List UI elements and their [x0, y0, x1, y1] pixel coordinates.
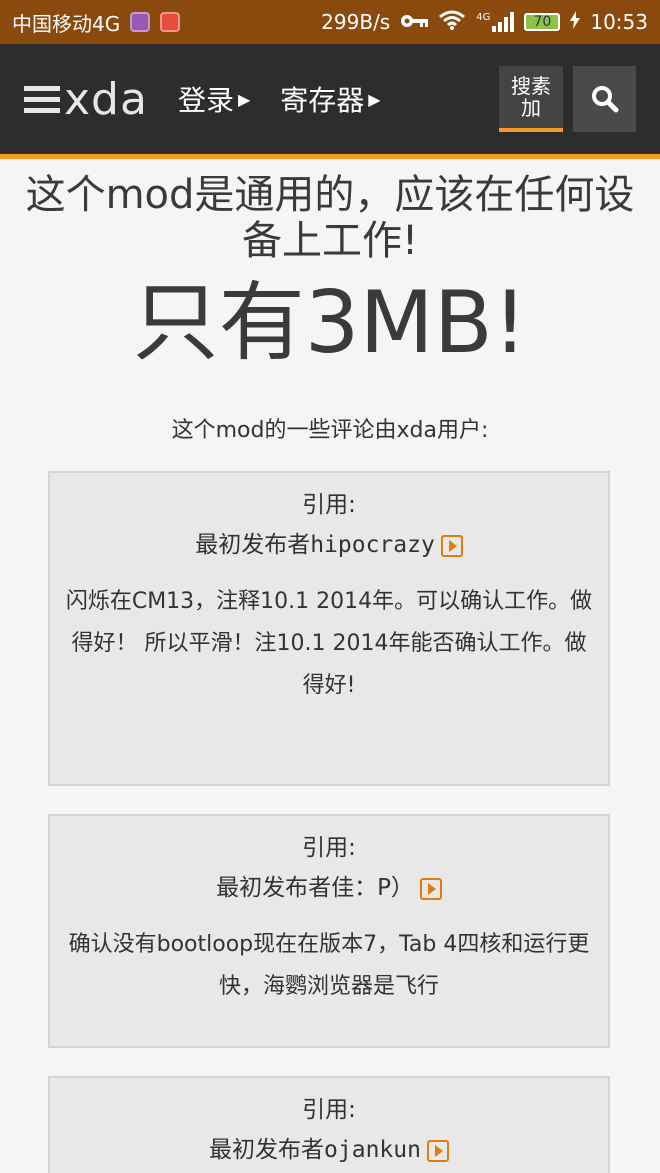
quote-author: 最初发布者佳：P）	[64, 868, 594, 902]
key-icon	[400, 10, 429, 34]
search-icon	[591, 86, 618, 113]
size-headline: 只有3MB!	[132, 273, 528, 373]
status-bar: 中国移动4G 299B/s 4G 70 10:53	[0, 0, 660, 44]
quote-label: 引用:	[302, 1097, 356, 1123]
quote-block: 引用: 最初发布者ojankun	[48, 1076, 610, 1173]
search-toggle-label: 搜素加	[511, 74, 551, 120]
quote-body: 闪烁在CM13，注释10.1 2014年。可以确认工作。做得好！ 所以平滑！注1…	[65, 589, 593, 698]
notification-app-icon	[160, 12, 181, 32]
wifi-icon	[438, 10, 466, 35]
battery-icon: 70	[524, 13, 561, 31]
logo-text: xda	[64, 73, 148, 125]
quote-label: 引用:	[302, 492, 356, 518]
jump-to-post-icon[interactable]	[426, 1139, 449, 1162]
network-speed: 299B/s	[321, 10, 391, 34]
search-button[interactable]	[573, 66, 636, 132]
carrier-label: 中国移动4G	[12, 11, 121, 36]
quote-author-name: 佳：P）	[331, 875, 414, 901]
site-header: xda 登录 ▶ 寄存器 ▶ 搜素加	[0, 44, 660, 159]
quote-author-name: hipocrazy	[310, 532, 435, 558]
signal-icon	[492, 12, 515, 32]
xda-logo[interactable]: xda	[24, 74, 148, 125]
page-headline: 这个mod是通用的，应该在任何设备上工作!	[25, 172, 635, 264]
chevron-right-icon: ▶	[368, 89, 381, 109]
quote-author: 最初发布者ojankun	[64, 1130, 594, 1164]
quote-label: 引用:	[302, 835, 356, 861]
chevron-right-icon: ▶	[237, 89, 251, 109]
reviews-intro: 这个mod的一些评论由xda用户:	[171, 418, 489, 443]
quote-block: 引用: 最初发布者佳：P） 确认没有bootloop现在在版本7，Tab 4四核…	[48, 814, 610, 1048]
quote-author-name: ojankun	[324, 1137, 421, 1163]
search-toggle-button[interactable]: 搜素加	[499, 66, 563, 132]
menu-bars-icon[interactable]	[24, 85, 60, 113]
network-type-badge: 4G	[476, 12, 491, 23]
register-link[interactable]: 寄存器 ▶	[280, 79, 380, 119]
main-content: 这个mod是通用的，应该在任何设备上工作! 只有3MB! 这个mod的一些评论由…	[0, 160, 660, 444]
quote-block: 引用: 最初发布者hipocrazy 闪烁在CM13，注释10.1 2014年。…	[48, 471, 610, 786]
login-link[interactable]: 登录 ▶	[178, 79, 250, 119]
charging-icon	[570, 10, 581, 34]
clock: 10:53	[590, 10, 648, 34]
login-label: 登录	[177, 84, 234, 117]
quote-author: 最初发布者hipocrazy	[64, 525, 594, 559]
quote-body: 确认没有bootloop现在在版本7，Tab 4四核和运行更快，海鹦浏览器是飞行	[68, 932, 590, 999]
jump-to-post-icon[interactable]	[440, 534, 463, 557]
gallery-app-icon	[130, 12, 151, 32]
register-label: 寄存器	[280, 84, 365, 117]
jump-to-post-icon[interactable]	[419, 877, 442, 900]
